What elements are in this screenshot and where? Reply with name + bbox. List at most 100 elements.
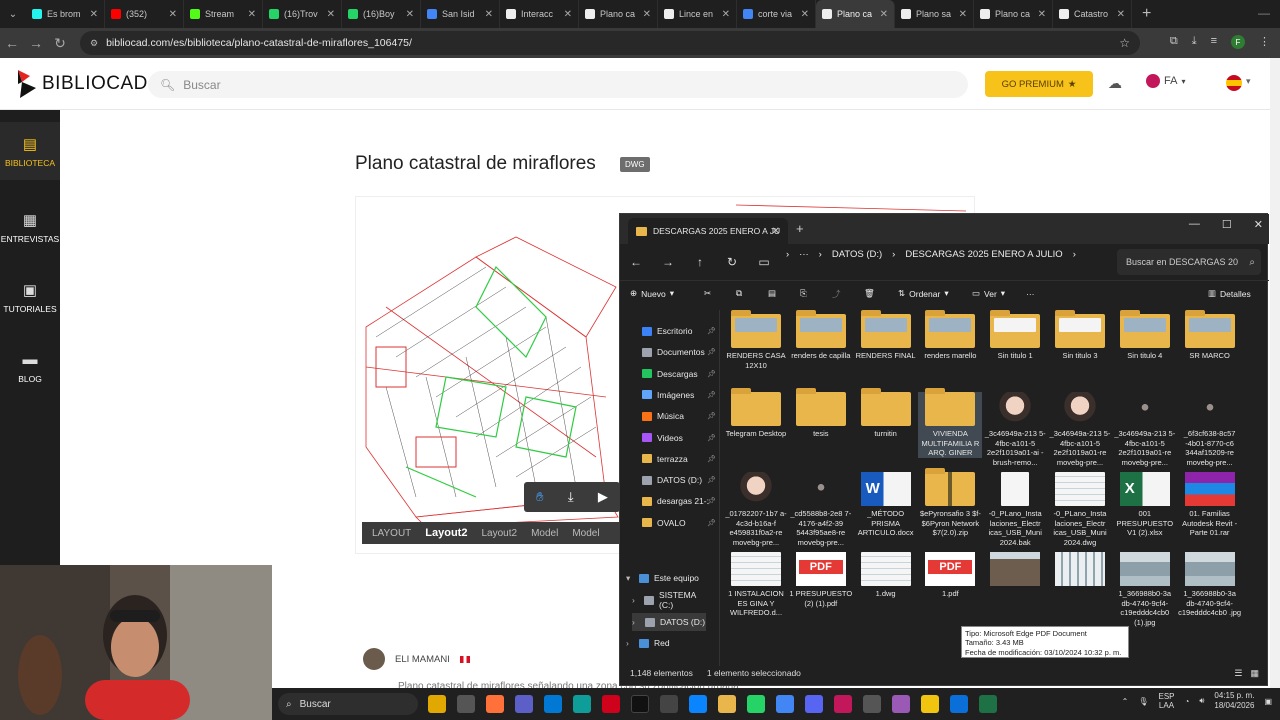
- tab-search-icon[interactable]: ⌄: [0, 0, 26, 28]
- autocad-icon[interactable]: [834, 695, 852, 713]
- close-tab-icon[interactable]: ✕: [772, 226, 780, 237]
- tiles-view-icon[interactable]: ▦: [1250, 668, 1259, 679]
- nav-pane-item[interactable]: DATOS (D:) 📌︎: [642, 471, 716, 489]
- pin-icon[interactable]: 📌︎: [707, 391, 716, 399]
- app-icon[interactable]: [950, 695, 968, 713]
- bookmark-star-icon[interactable]: ☆: [1119, 36, 1130, 50]
- file-item[interactable]: SR MARCO: [1178, 310, 1242, 361]
- close-tab-icon[interactable]: ✕: [90, 9, 98, 20]
- close-tab-icon[interactable]: ✕: [959, 9, 967, 20]
- pin-icon[interactable]: 📌︎: [707, 412, 716, 420]
- store-icon[interactable]: [544, 695, 562, 713]
- breadcrumb-drive[interactable]: DATOS (D:): [832, 249, 882, 260]
- app-icon[interactable]: [602, 695, 620, 713]
- explorer-tab[interactable]: DESCARGAS 2025 ENERO A JU ✕: [628, 218, 788, 244]
- pin-icon[interactable]: 📌︎: [707, 327, 716, 335]
- close-tab-icon[interactable]: ✕: [406, 9, 414, 20]
- explorer-new-tab-button[interactable]: +: [796, 221, 804, 236]
- widget-app-icon[interactable]: [428, 695, 446, 713]
- browser-tab[interactable]: (16)Trov ✕: [263, 0, 342, 28]
- app-icon[interactable]: [863, 695, 881, 713]
- pin-icon[interactable]: 📌︎: [707, 370, 716, 378]
- discord-icon[interactable]: [805, 695, 823, 713]
- sort-button[interactable]: ⇅ Ordenar ▾: [898, 288, 949, 299]
- pin-icon[interactable]: 📌︎: [707, 455, 716, 463]
- back-icon[interactable]: ←: [0, 35, 24, 51]
- nav-pane-item[interactable]: Videos 📌︎: [642, 429, 716, 447]
- close-tab-icon[interactable]: ✕: [169, 9, 177, 20]
- pane-divider[interactable]: [719, 310, 720, 666]
- extensions-icon[interactable]: ⧉: [1170, 35, 1178, 49]
- delete-icon[interactable]: 🗑︎: [864, 288, 875, 299]
- file-item[interactable]: renders de capilla: [789, 310, 853, 361]
- app-icon[interactable]: [892, 695, 910, 713]
- browser-tab[interactable]: Stream ✕: [184, 0, 263, 28]
- file-item[interactable]: VIVIENDA MULTIFAMILIA R ARQ. GINER: [918, 388, 983, 458]
- tree-item[interactable]: › SISTEMA (C:): [632, 590, 706, 610]
- author-row[interactable]: ELI MAMANI: [363, 648, 470, 670]
- file-item[interactable]: [983, 552, 1047, 589]
- file-item[interactable]: 1.dwg: [854, 552, 918, 599]
- pin-icon[interactable]: 📌︎: [707, 476, 716, 484]
- nav-pane-item[interactable]: OVALO 📌︎: [642, 514, 716, 532]
- new-tab-button[interactable]: +: [1132, 5, 1161, 23]
- file-item[interactable]: 1_366988b0-3a db-4740-9cf4- c19edddc4cb0…: [1178, 552, 1242, 618]
- task-view-icon[interactable]: [457, 695, 475, 713]
- refresh-icon[interactable]: ↻: [716, 255, 748, 269]
- close-window-icon[interactable]: ✕: [1254, 218, 1263, 231]
- input-language[interactable]: ESP LAA: [1158, 692, 1174, 710]
- nav-pane-item[interactable]: Documentos 📌︎: [642, 343, 716, 361]
- file-item[interactable]: Sin titulo 3: [1048, 310, 1112, 361]
- file-item[interactable]: _3c46949a-213 5-4fbc-a101-5 2e2f1019a01-…: [1113, 392, 1177, 467]
- tree-chevron-icon[interactable]: ›: [632, 617, 640, 627]
- close-tab-icon[interactable]: ✕: [801, 9, 809, 20]
- upload-cloud-icon[interactable]: ☁: [1108, 75, 1122, 92]
- bibliocad-logo[interactable]: BIBLIOCAD: [16, 68, 148, 100]
- file-item[interactable]: PDF 1 PRESUPUESTO (2) (1).pdf: [789, 552, 853, 608]
- minimize-icon[interactable]: —: [1189, 218, 1200, 231]
- tab-layout2[interactable]: Layout2: [481, 528, 517, 539]
- file-item[interactable]: RENDERS FINAL: [854, 310, 918, 361]
- explorer-search-input[interactable]: Buscar en DESCARGAS 20 ⌕: [1117, 249, 1261, 275]
- rename-icon[interactable]: ⎘: [800, 288, 807, 299]
- camera-icon[interactable]: ▶: [598, 489, 608, 505]
- browser-tab[interactable]: Plano ca ✕: [816, 0, 895, 28]
- close-tab-icon[interactable]: ✕: [722, 9, 730, 20]
- forward-arrow-icon[interactable]: →: [652, 255, 684, 269]
- notification-icon[interactable]: ▣: [1264, 697, 1272, 706]
- file-explorer-icon[interactable]: [718, 695, 736, 713]
- account-menu[interactable]: FA ▾: [1146, 74, 1185, 88]
- chrome-icon[interactable]: [776, 695, 794, 713]
- chrome-menu-icon[interactable]: ⋮: [1259, 35, 1270, 49]
- language-chevron-icon[interactable]: ▾: [1246, 76, 1251, 87]
- close-tab-icon[interactable]: ✕: [1038, 9, 1046, 20]
- download-arrow-icon[interactable]: ⤓: [568, 489, 574, 505]
- window-minimize-icon[interactable]: —: [1258, 6, 1270, 20]
- tray-chevron-icon[interactable]: ⌃: [1122, 697, 1129, 706]
- app-icon[interactable]: [660, 695, 678, 713]
- browser-tab[interactable]: corte via ✕: [737, 0, 816, 28]
- tree-chevron-icon[interactable]: ›: [632, 595, 639, 605]
- tab-layout2-active[interactable]: Layout2: [425, 527, 467, 539]
- pin-icon[interactable]: 📌︎: [707, 348, 716, 356]
- close-tab-icon[interactable]: ✕: [643, 9, 651, 20]
- go-premium-button[interactable]: GO PREMIUM ★: [985, 71, 1093, 97]
- nav-pane-item[interactable]: desargas 21-: 📌︎: [642, 492, 716, 510]
- maximize-icon[interactable]: ☐: [1222, 218, 1232, 231]
- firefox-icon[interactable]: [486, 695, 504, 713]
- reload-icon[interactable]: ↻: [48, 35, 72, 52]
- tree-item[interactable]: ▾ Este equipo: [626, 569, 700, 587]
- site-info-icon[interactable]: ⚙: [90, 38, 98, 49]
- new-button[interactable]: ⊕ Nuevo ▾: [630, 288, 674, 299]
- file-item[interactable]: -0_PLano_Insta laciones_Electr icas_USB_…: [1048, 472, 1112, 547]
- file-item[interactable]: tesis: [789, 388, 853, 439]
- close-tab-icon[interactable]: ✕: [880, 9, 888, 20]
- file-item[interactable]: _01782207-1b7 a-4c3d-b16a-f e459831f0a2-…: [724, 472, 788, 547]
- tree-chevron-icon[interactable]: ▾: [626, 573, 634, 584]
- taskbar-search[interactable]: ⌕ Buscar: [278, 693, 418, 715]
- sidebar-item-blog[interactable]: ▬ BLOG: [0, 338, 60, 396]
- pin-icon[interactable]: 📌︎: [707, 497, 716, 505]
- breadcrumb-folder[interactable]: DESCARGAS 2025 ENERO A JULIO: [905, 249, 1062, 260]
- tree-item[interactable]: › DATOS (D:): [632, 613, 706, 631]
- nav-pane-item[interactable]: Escritorio 📌︎: [642, 322, 716, 340]
